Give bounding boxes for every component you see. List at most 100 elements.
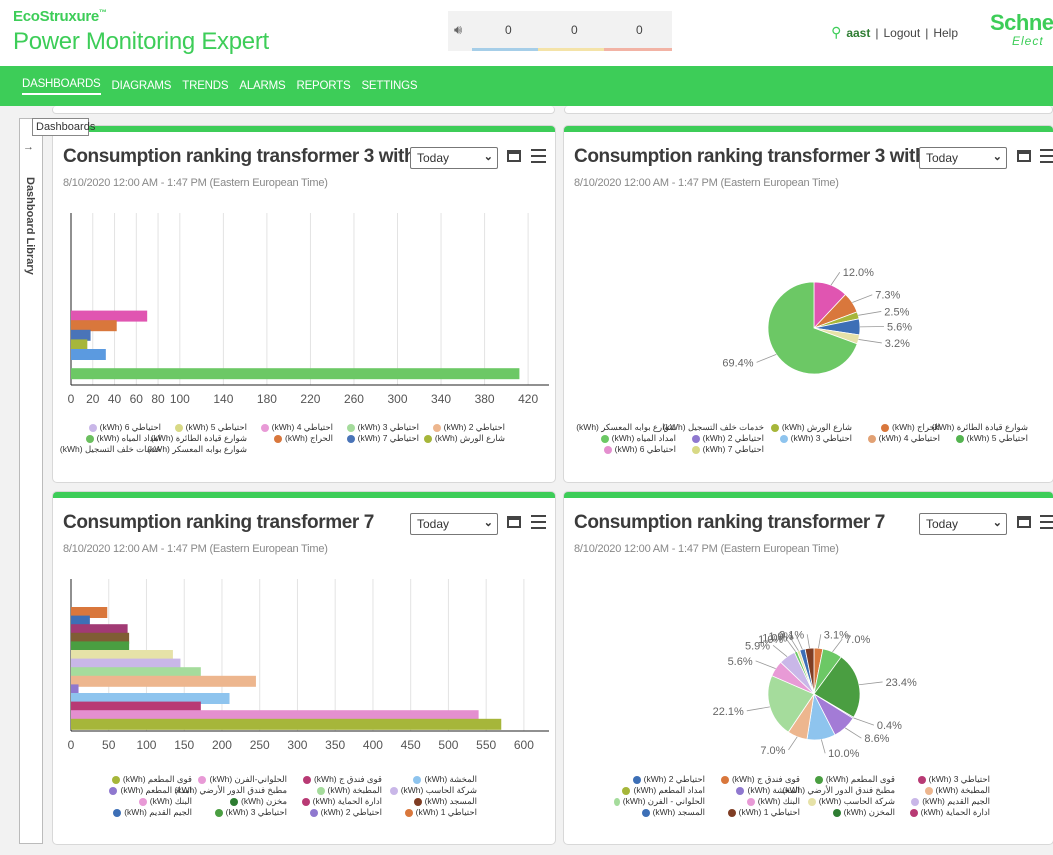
legend-item[interactable]: المخزن (kWh)	[804, 807, 895, 818]
legend-item[interactable]: احتياطي 6 (kWh)	[79, 422, 161, 433]
legend-item[interactable]: قوى فندق ج (kWh)	[291, 774, 382, 785]
nav-reports[interactable]: REPORTS	[296, 80, 350, 92]
legend-item[interactable]: مخزن (kWh)	[196, 796, 287, 807]
legend-item[interactable]: مطبخ فندق الدور الأرضي (kWh)	[174, 785, 287, 796]
label-leader	[859, 681, 883, 686]
slice-label: 7.0%	[845, 634, 870, 646]
period-select[interactable]: Today ⌄	[410, 513, 498, 535]
legend-item[interactable]: احتياطي 5 (kWh)	[944, 433, 1028, 444]
legend-swatch	[909, 808, 918, 817]
legend-item[interactable]: احتياطي 3 (kWh)	[196, 807, 287, 818]
legend-item[interactable]: شوارع قيادة الطائرة (kWh)	[151, 433, 247, 444]
panel-subtitle: 8/10/2020 12:00 AM - 1:47 PM (Eastern Eu…	[63, 543, 328, 555]
legend-item[interactable]: مطبخ فندق الدور الأرضي (kWh)	[782, 785, 895, 796]
legend-item[interactable]: احتياطي 7 (kWh)	[337, 433, 419, 444]
legend-item[interactable]: الجيم القديم (kWh)	[101, 807, 192, 818]
legend-swatch	[867, 434, 876, 443]
legend-label: احتياطي 2 (kWh)	[643, 774, 705, 784]
legend-label: الجيم القديم (kWh)	[124, 807, 192, 817]
dashboard-library-tab[interactable]: → Dashboard Library	[19, 118, 43, 844]
legend-item[interactable]: البنك (kWh)	[709, 796, 800, 807]
nav-trends[interactable]: TRENDS	[182, 80, 228, 92]
legend-item[interactable]: امداد المياه (kWh)	[592, 433, 676, 444]
legend-item[interactable]: الحلواني - الفرن (kWh)	[614, 796, 705, 807]
help-link[interactable]: Help	[933, 26, 958, 40]
legend-item[interactable]: احتياطي 3 (kWh)	[768, 433, 852, 444]
legend-item[interactable]: شوارع بوابه المعسكر (kWh)	[147, 444, 247, 455]
legend-item[interactable]: احتياطي 2 (kWh)	[291, 807, 382, 818]
legend-item[interactable]: احتياطي 4 (kWh)	[856, 433, 940, 444]
legend-item[interactable]: المطبخة (kWh)	[899, 785, 990, 796]
panel-title: Consumption ranking transformer 7	[574, 512, 885, 533]
legend-item[interactable]: احتياطي 1 (kWh)	[386, 807, 477, 818]
legend-item[interactable]: احتياطي 2 (kWh)	[423, 422, 505, 433]
user-name[interactable]: aast	[846, 26, 870, 40]
legend-swatch	[691, 445, 700, 454]
legend-item[interactable]: شركة الحاسب (kWh)	[386, 785, 477, 796]
legend-item[interactable]: شارع الورش (kWh)	[768, 422, 852, 433]
legend-item[interactable]: احتياطي 5 (kWh)	[165, 422, 247, 433]
x-tick-label: 300	[387, 392, 407, 406]
legend-label: الجيم القديم (kWh)	[922, 796, 990, 806]
legend-item[interactable]: احتياطي 1 (kWh)	[709, 807, 800, 818]
panel-pie-transformer7: Consumption ranking transformer 7 Today ⌄…	[564, 492, 1053, 844]
legend-label: امداد المياه (kWh)	[611, 433, 676, 443]
legend-item[interactable]: البنك (kWh)	[101, 796, 192, 807]
legend-swatch	[404, 808, 413, 817]
window-icon[interactable]	[507, 516, 521, 528]
legend-item[interactable]: قوى المطعم (kWh)	[804, 774, 895, 785]
window-icon[interactable]	[1017, 150, 1031, 162]
legend-item[interactable]: احتياطي 3 (kWh)	[899, 774, 990, 785]
legend-item[interactable]: المخشة (kWh)	[386, 774, 477, 785]
legend-item[interactable]: شارع الورش (kWh)	[423, 433, 505, 444]
menu-icon[interactable]	[531, 515, 546, 529]
alarm-summary[interactable]: 🔊︎ 0 0 0	[448, 11, 672, 51]
nav-settings[interactable]: SETTINGS	[361, 80, 417, 92]
nav-alarms[interactable]: ALARMS	[239, 80, 285, 92]
legend-item[interactable]: الحراج (kWh)	[856, 422, 940, 433]
legend-swatch	[88, 423, 97, 432]
menu-icon[interactable]	[1040, 515, 1053, 529]
legend-item[interactable]: احتياطي 2 (kWh)	[680, 433, 764, 444]
legend-item[interactable]: احتياطي 7 (kWh)	[680, 444, 764, 455]
legend-item[interactable]: خدمات خلف التسجيل (kWh)	[663, 422, 764, 433]
nav-diagrams[interactable]: DIAGRAMS	[112, 80, 172, 92]
window-icon[interactable]	[1017, 516, 1031, 528]
legend-item[interactable]: المسجد (kWh)	[386, 796, 477, 807]
legend-item[interactable]: المسجد (kWh)	[614, 807, 705, 818]
period-select[interactable]: Today ⌄	[919, 147, 1007, 169]
legend-item[interactable]: الجيم القديم (kWh)	[899, 796, 990, 807]
legend-item[interactable]: ادارة الحماية (kWh)	[899, 807, 990, 818]
legend-item[interactable]: امداد المياه (kWh)	[79, 433, 161, 444]
legend-item[interactable]: الحلواني-الفرن (kWh)	[196, 774, 287, 785]
legend-item[interactable]: احتياطي 6 (kWh)	[592, 444, 676, 455]
legend-item[interactable]: شركة الحاسب (kWh)	[804, 796, 895, 807]
legend-item[interactable]: المطبخة (kWh)	[291, 785, 382, 796]
nav-dashboards[interactable]: DASHBOARDS	[22, 78, 101, 95]
legend-item[interactable]: احتياطي 2 (kWh)	[614, 774, 705, 785]
legend-item[interactable]: شوارع قيادة الطائرة (kWh)	[932, 422, 1028, 433]
legend-item[interactable]: الحراج (kWh)	[251, 433, 333, 444]
window-icon[interactable]	[507, 150, 521, 162]
chevron-down-icon: ⌄	[992, 151, 1002, 163]
legend-item[interactable]: امداد المطعم (kWh)	[614, 785, 705, 796]
menu-icon[interactable]	[531, 149, 546, 163]
legend-label: مطبخ فندق الدور الأرضي (kWh)	[782, 785, 895, 795]
menu-icon[interactable]	[1040, 149, 1053, 163]
legend-item[interactable]: ادارة الحماية (kWh)	[291, 796, 382, 807]
legend-item[interactable]: احتياطي 3 (kWh)	[337, 422, 419, 433]
legend-item[interactable]: قوى فندق ج (kWh)	[709, 774, 800, 785]
legend-item[interactable]: قوى المطعم (kWh)	[101, 774, 192, 785]
legend-label: المطبخة (kWh)	[935, 785, 990, 795]
period-select[interactable]: Today ⌄	[919, 513, 1007, 535]
logout-link[interactable]: Logout	[883, 26, 920, 40]
legend-label: احتياطي 7 (kWh)	[702, 444, 764, 454]
legend-swatch	[109, 786, 118, 795]
app-title: Power Monitoring Expert	[13, 28, 269, 55]
legend-item[interactable]: احتياطي 4 (kWh)	[251, 422, 333, 433]
x-tick-label: 50	[102, 738, 116, 752]
legend-swatch	[138, 797, 147, 806]
expand-arrow-icon[interactable]: →	[23, 141, 34, 153]
speaker-icon[interactable]: 🔊︎	[454, 22, 462, 38]
period-select[interactable]: Today ⌄	[410, 147, 498, 169]
